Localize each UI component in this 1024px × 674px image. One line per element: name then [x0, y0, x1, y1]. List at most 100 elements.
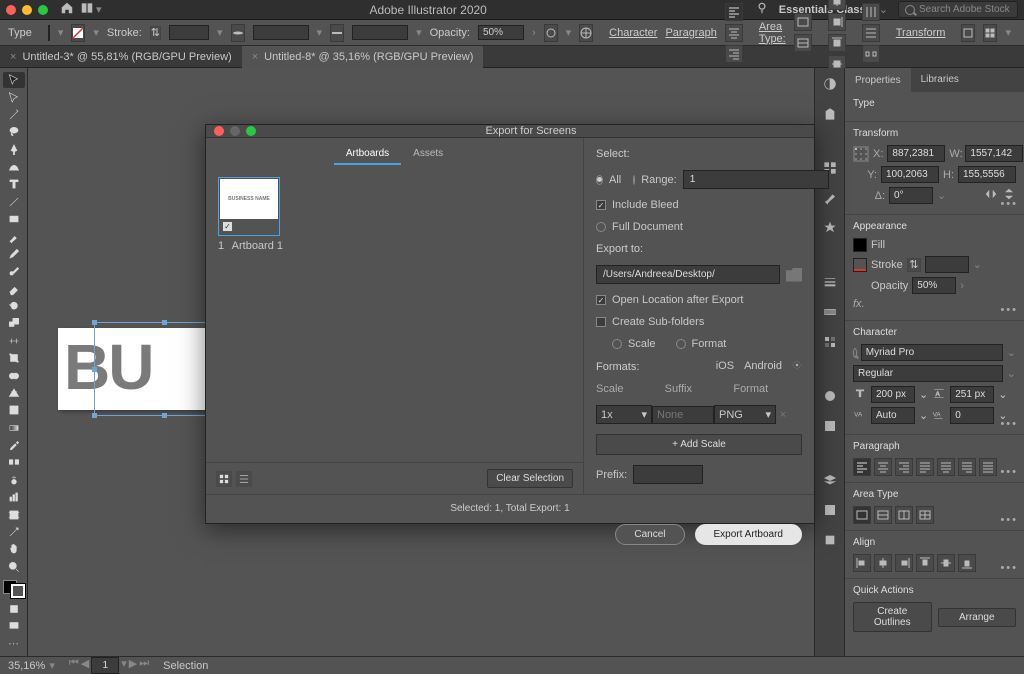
chevron-down-icon[interactable]: ⌄ — [998, 388, 1007, 401]
stroke-weight-field[interactable] — [925, 256, 969, 273]
angle-field[interactable] — [889, 187, 933, 204]
more-options-icon[interactable]: ••• — [1000, 562, 1018, 574]
rotate-tool[interactable] — [3, 298, 25, 314]
direct-selection-tool[interactable] — [3, 89, 25, 105]
opacity-field[interactable] — [478, 25, 524, 40]
align-r-icon[interactable] — [828, 13, 846, 31]
cancel-button[interactable]: Cancel — [615, 524, 684, 545]
pencil-tool[interactable] — [3, 246, 25, 262]
distrib-2-icon[interactable] — [862, 24, 880, 42]
opacity-field[interactable] — [912, 277, 956, 294]
create-outlines-button[interactable]: Create Outlines — [853, 602, 932, 632]
align-center-icon[interactable] — [725, 24, 743, 42]
format-dropdown[interactable]: PNG▾ — [714, 405, 776, 424]
align-right-icon[interactable] — [725, 45, 743, 63]
document-tab[interactable]: × Untitled-3* @ 55,81% (RGB/GPU Preview) — [0, 46, 242, 68]
document-tab[interactable]: × Untitled-8* @ 35,16% (RGB/GPU Preview) — [242, 46, 484, 68]
open-location-checkbox[interactable] — [596, 295, 606, 305]
ios-preset-link[interactable]: iOS — [716, 360, 734, 373]
type-tool[interactable] — [3, 176, 25, 192]
asset-export-panel-icon[interactable] — [820, 500, 840, 520]
align-b-icon[interactable] — [958, 554, 976, 572]
rectangle-tool[interactable] — [3, 211, 25, 227]
arrange-button[interactable]: Arrange — [938, 608, 1017, 627]
brushes-panel-icon[interactable] — [820, 188, 840, 208]
align-left-icon[interactable] — [725, 3, 743, 21]
next-artboard-icon[interactable]: ▶ — [129, 657, 137, 674]
align-r-icon[interactable] — [895, 554, 913, 572]
transform-link[interactable]: Transform — [896, 27, 946, 39]
w-field[interactable] — [965, 145, 1023, 162]
first-artboard-icon[interactable]: ⏮ — [69, 657, 79, 674]
para-justify-all-icon[interactable] — [979, 458, 997, 476]
areatype-auto-icon[interactable] — [853, 506, 871, 524]
areatype-fixed-icon[interactable] — [874, 506, 892, 524]
add-scale-button[interactable]: + Add Scale — [596, 434, 802, 455]
chevron-down-icon[interactable]: ▾ — [1005, 26, 1011, 39]
dialog-close-icon[interactable] — [214, 126, 224, 136]
distrib-3-icon[interactable] — [862, 45, 880, 63]
chevron-down-icon[interactable]: ⌄ — [1007, 346, 1016, 359]
brush-field[interactable] — [352, 25, 408, 40]
chevron-down-icon[interactable]: ▾ — [93, 26, 99, 39]
edit-toolbar-icon[interactable]: ⋯ — [3, 636, 25, 652]
chevron-down-icon[interactable]: ▾ — [121, 657, 127, 674]
range-radio[interactable] — [633, 175, 635, 185]
create-subfolders-checkbox[interactable] — [596, 317, 606, 327]
h-field[interactable] — [958, 166, 1016, 183]
scale-tool[interactable] — [3, 315, 25, 331]
curvature-tool[interactable] — [3, 159, 25, 175]
artboard-tool[interactable] — [3, 506, 25, 522]
screen-mode-icon[interactable] — [3, 618, 25, 634]
remove-format-icon[interactable]: × — [776, 409, 790, 421]
perspective-tool[interactable] — [3, 385, 25, 401]
include-bleed-checkbox[interactable] — [596, 200, 606, 210]
scale-dropdown[interactable]: 1x▾ — [596, 405, 652, 424]
chevron-down-icon[interactable]: ▾ — [416, 26, 422, 39]
gradient-panel-icon[interactable] — [820, 302, 840, 322]
paragraph-link[interactable]: Paragraph — [665, 27, 716, 39]
fill-swatch[interactable] — [48, 25, 50, 41]
folder-icon[interactable] — [786, 268, 802, 282]
para-center-icon[interactable] — [874, 458, 892, 476]
para-justify-l-icon[interactable] — [916, 458, 934, 476]
stroke-chip[interactable] — [853, 258, 867, 272]
fill-stroke-swatch[interactable] — [3, 580, 25, 598]
align-t-icon[interactable] — [828, 34, 846, 52]
flip-h-icon[interactable] — [984, 187, 998, 204]
reference-point-icon[interactable] — [853, 146, 869, 162]
chevron-down-icon[interactable]: ⌄ — [937, 189, 946, 202]
color-mode-icon[interactable] — [3, 601, 25, 617]
dialog-zoom-icon[interactable] — [246, 126, 256, 136]
format-settings-icon[interactable] — [792, 360, 802, 373]
areatype-both-icon[interactable] — [916, 506, 934, 524]
areatype-col-icon[interactable] — [895, 506, 913, 524]
chevron-right-icon[interactable]: › — [960, 280, 964, 292]
free-transform-tool[interactable] — [3, 350, 25, 366]
align-hc-icon[interactable] — [874, 554, 892, 572]
color-panel-icon[interactable] — [820, 74, 840, 94]
chevron-right-icon[interactable]: › — [532, 27, 536, 39]
blob-brush-tool[interactable] — [3, 263, 25, 279]
para-justify-c-icon[interactable] — [937, 458, 955, 476]
export-artboard-button[interactable]: Export Artboard — [695, 524, 802, 545]
prev-artboard-icon[interactable]: ◀ — [81, 657, 89, 674]
export-path-field[interactable] — [596, 265, 780, 284]
fx-label[interactable]: fx. — [853, 298, 865, 310]
tracking-field[interactable] — [950, 407, 994, 424]
chevron-down-icon[interactable]: ⌄ — [1007, 367, 1016, 380]
layers-panel-icon[interactable] — [820, 470, 840, 490]
slice-tool[interactable] — [3, 524, 25, 540]
leading-field[interactable] — [950, 386, 994, 403]
range-field[interactable] — [683, 170, 829, 189]
width-profile-field[interactable] — [253, 25, 309, 40]
clear-selection-button[interactable]: Clear Selection — [487, 469, 573, 488]
areatype-opt2-icon[interactable] — [794, 34, 812, 52]
distrib-1-icon[interactable] — [862, 3, 880, 21]
font-family-field[interactable] — [861, 344, 1003, 361]
color-guide-panel-icon[interactable] — [820, 104, 840, 124]
prefs-icon[interactable] — [983, 24, 997, 42]
last-artboard-icon[interactable]: ⏭ — [139, 657, 149, 674]
more-options-icon[interactable]: ••• — [1000, 466, 1018, 478]
libraries-tab[interactable]: Libraries — [911, 68, 969, 92]
